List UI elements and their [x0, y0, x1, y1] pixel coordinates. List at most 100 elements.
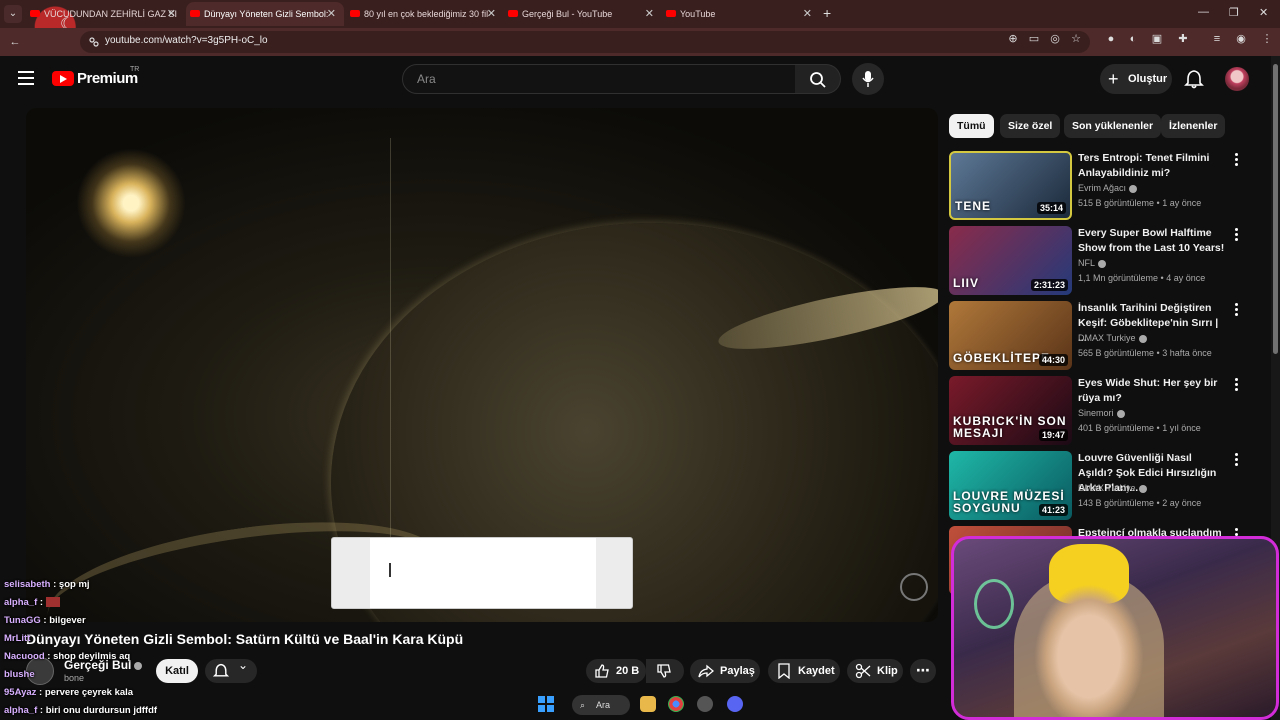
recommendation-title[interactable]: Ters Entropi: Tenet Filmini Anlayabildin…: [1078, 151, 1228, 181]
youtube-favicon-icon: [350, 10, 360, 17]
microphone-icon: [862, 71, 874, 87]
thumbs-down-icon: [657, 664, 671, 678]
recommendation-item[interactable]: LOUVRE MÜZESİ SOYGUNU 41:23 Louvre Güvenli…: [949, 451, 1249, 521]
windows-start-icon[interactable]: [538, 696, 554, 712]
recommendation-item[interactable]: KUBRICK'İN SON MESAJI 19:47 Eyes Wide Shut…: [949, 376, 1249, 446]
app-icon[interactable]: [697, 696, 713, 712]
close-window-icon[interactable]: ✕: [1259, 6, 1268, 19]
more-options-icon[interactable]: [1235, 303, 1241, 317]
zoom-icon[interactable]: ⊕: [1006, 32, 1020, 46]
extension-icon[interactable]: ▣: [1150, 32, 1164, 46]
video-duration: 19:47: [1038, 429, 1068, 441]
youtube-favicon-icon: [666, 10, 676, 17]
bookmark-star-icon[interactable]: ☆: [1069, 32, 1083, 46]
omnibox[interactable]: youtube.com/watch?v=3g5PH-oC_lo: [80, 31, 1090, 53]
more-options-icon[interactable]: [1235, 378, 1241, 392]
recommendation-channel[interactable]: NFL: [1078, 258, 1107, 268]
clip-button[interactable]: Klip: [847, 659, 903, 683]
recommendation-channel[interactable]: Sinemori: [1078, 408, 1125, 418]
discord-icon[interactable]: [727, 696, 743, 712]
share-button[interactable]: Paylaş: [690, 659, 760, 683]
plus-icon: +: [1108, 69, 1119, 89]
voice-search-button[interactable]: [852, 63, 884, 95]
tab-3[interactable]: 80 yıl en çok beklediğimiz 30 fil ✕: [346, 2, 504, 26]
recommendation-channel[interactable]: DMAX Turkiye: [1078, 483, 1147, 493]
channel-watermark-icon[interactable]: [900, 573, 928, 601]
youtube-header: Premium TR + Oluştur: [0, 56, 1270, 102]
close-tab-icon[interactable]: ✕: [803, 2, 812, 26]
cast-icon[interactable]: ▭: [1027, 32, 1041, 46]
thumbnail-text: TENE: [955, 199, 992, 213]
chip-for-you[interactable]: Size özel: [1000, 114, 1061, 138]
recommendation-channel[interactable]: Evrim Ağacı: [1078, 183, 1138, 193]
youtube-play-icon: [52, 71, 74, 86]
search-input[interactable]: [417, 72, 777, 86]
profile-icon[interactable]: ◉: [1234, 32, 1248, 46]
tab-4[interactable]: Gerçeği Bul - YouTube ✕: [504, 2, 662, 26]
recommendation-item[interactable]: GÖBEKLİTEPE 44:30 İnsanlık Tarihini Değişt…: [949, 301, 1249, 371]
recommendation-item[interactable]: LIIV 2:31:23 Every Super Bowl Halftime Sho…: [949, 226, 1249, 296]
hamburger-menu-icon[interactable]: [18, 71, 34, 85]
dislike-button[interactable]: [646, 659, 684, 683]
notifications-bell-icon[interactable]: [1184, 69, 1204, 89]
video-thumbnail[interactable]: GÖBEKLİTEPE 44:30: [949, 301, 1072, 370]
like-count: 20 B: [616, 665, 640, 677]
video-thumbnail[interactable]: TENE 35:14: [949, 151, 1072, 220]
new-tab-button[interactable]: +: [823, 5, 831, 21]
extension-icon[interactable]: ◐: [1126, 32, 1140, 46]
video-thumbnail[interactable]: KUBRICK'İN SON MESAJI 19:47: [949, 376, 1072, 445]
chip-recently-uploaded[interactable]: Son yüklenenler: [1064, 114, 1162, 138]
youtube-favicon-icon: [508, 10, 518, 17]
recommendation-title[interactable]: Every Super Bowl Halftime Show from the …: [1078, 226, 1228, 256]
tab-5[interactable]: YouTube ✕: [662, 2, 820, 26]
more-actions-button[interactable]: ⋯: [910, 659, 936, 683]
file-explorer-icon[interactable]: [640, 696, 656, 712]
media-icon[interactable]: ≡: [1210, 32, 1224, 46]
chip-watched[interactable]: İzlenenler: [1161, 114, 1226, 138]
video-duration: 41:23: [1038, 504, 1068, 516]
url-text[interactable]: youtube.com/watch?v=3g5PH-oC_lo: [105, 35, 268, 46]
save-button[interactable]: Kaydet: [768, 659, 840, 683]
video-thumbnail[interactable]: LOUVRE MÜZESİ SOYGUNU 41:23: [949, 451, 1072, 520]
more-options-icon[interactable]: [1235, 228, 1241, 242]
close-tab-icon[interactable]: ✕: [327, 2, 336, 26]
verified-icon: [1129, 184, 1138, 193]
site-info-icon[interactable]: [88, 36, 100, 48]
minimize-icon[interactable]: —: [1198, 6, 1209, 18]
chrome-icon[interactable]: [668, 696, 684, 712]
close-tab-icon[interactable]: ✕: [487, 2, 496, 26]
video-thumbnail[interactable]: LIIV 2:31:23: [949, 226, 1072, 295]
recommendation-item[interactable]: TENE 35:14 Ters Entropi: Tenet Filmini Anl…: [949, 151, 1249, 221]
search-button[interactable]: [795, 64, 841, 94]
tab-label: VÜCUDUNDAN ZEHİRLİ GAZ SI: [44, 9, 178, 19]
chip-all[interactable]: Tümü: [949, 114, 994, 138]
recommendation-title[interactable]: Eyes Wide Shut: Her şey bir rüya mı?: [1078, 376, 1228, 406]
text-input-field[interactable]: [370, 538, 596, 608]
tab-1[interactable]: VÜCUDUNDAN ZEHİRLİ GAZ SI ✕: [26, 2, 184, 26]
account-avatar[interactable]: [1225, 67, 1249, 91]
chat-emote-icon: [45, 597, 60, 608]
chat-text: bilgever: [49, 615, 86, 626]
channel-name-text: Evrim Ağacı: [1078, 183, 1127, 193]
scrollbar-thumb[interactable]: [1273, 64, 1278, 354]
restore-icon[interactable]: ❐: [1229, 6, 1239, 19]
eye-off-icon[interactable]: ◎: [1048, 32, 1062, 46]
create-button[interactable]: + Oluştur: [1100, 64, 1172, 94]
close-tab-icon[interactable]: ✕: [645, 2, 654, 26]
youtube-premium-logo[interactable]: Premium TR: [52, 66, 162, 90]
tab-2[interactable]: Dünyayı Yöneten Gizli Sembol: ✕: [186, 2, 344, 26]
back-icon[interactable]: ←: [8, 35, 22, 49]
verified-icon: [1098, 259, 1107, 268]
extension-icon[interactable]: ●: [1104, 32, 1118, 46]
create-label: Oluştur: [1128, 73, 1168, 85]
more-options-icon[interactable]: [1235, 453, 1241, 467]
more-options-icon[interactable]: [1235, 153, 1241, 167]
recommendation-channel[interactable]: DMAX Turkiye: [1078, 333, 1147, 343]
tab-label: Dünyayı Yöneten Gizli Sembol:: [204, 9, 329, 19]
close-tab-icon[interactable]: ✕: [167, 2, 176, 26]
tab-search-button[interactable]: ⌄: [4, 5, 22, 23]
menu-icon[interactable]: ⋮: [1260, 32, 1274, 46]
puzzle-icon[interactable]: ✚: [1176, 32, 1190, 46]
like-button[interactable]: 20 B: [586, 659, 646, 683]
taskbar-search[interactable]: ⌕ Ara: [572, 695, 630, 715]
